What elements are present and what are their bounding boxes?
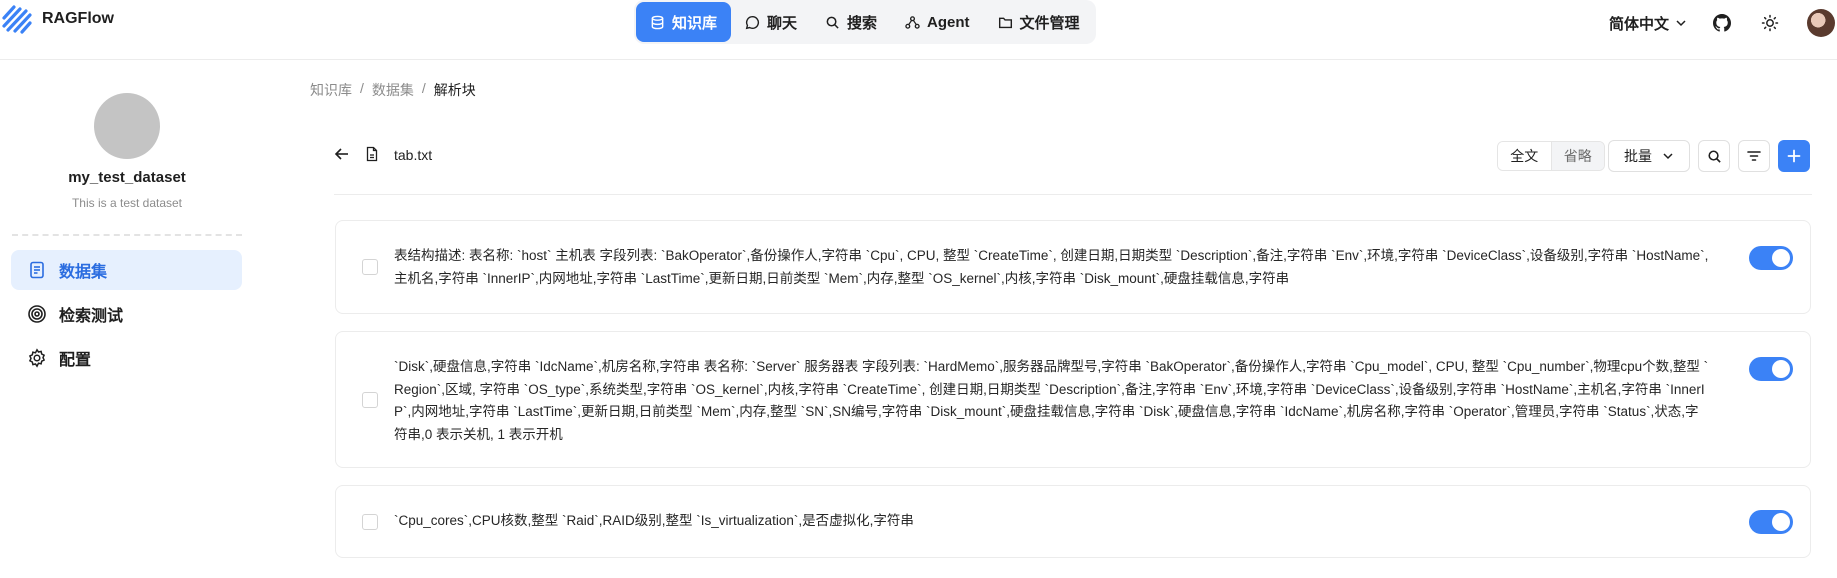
sidebar-item-label: 检索测试 xyxy=(59,308,124,325)
plus-icon xyxy=(1787,149,1801,163)
dataset-name: my_test_dataset xyxy=(68,169,186,186)
file-name: tab.txt xyxy=(394,147,433,163)
breadcrumb-knowledge-base[interactable]: 知识库 xyxy=(310,80,352,100)
search-icon xyxy=(826,16,839,29)
main-nav: 知识库 聊天 搜索 Agent 文件管理 xyxy=(634,0,1096,44)
chunk-text[interactable]: `Disk`,硬盘信息,字符串 `IdcName`,机房名称,字符串 表名称: … xyxy=(394,356,1710,446)
database-icon xyxy=(651,15,664,29)
sidebar-item-label: 配置 xyxy=(59,352,92,369)
filter-button[interactable] xyxy=(1738,140,1770,172)
nav-label: 聊天 xyxy=(767,14,798,32)
back-arrow-icon[interactable] xyxy=(334,146,350,162)
top-header: RAGFlow 知识库 聊天 搜索 Agent 文件管理 简体中文 xyxy=(0,0,1837,60)
nav-chat[interactable]: 聊天 xyxy=(731,2,811,42)
chevron-down-icon xyxy=(1676,20,1686,27)
chat-bubble-icon xyxy=(745,15,760,29)
gear-icon xyxy=(28,348,46,368)
sidebar-item-retrieval-test[interactable]: 检索测试 xyxy=(11,294,242,334)
chunk-card[interactable]: `Disk`,硬盘信息,字符串 `IdcName`,机房名称,字符串 表名称: … xyxy=(335,331,1811,468)
chunk-toolbar: tab.txt 全文 省略 批量 xyxy=(334,138,1812,178)
nav-agent[interactable]: Agent xyxy=(891,2,984,42)
search-icon xyxy=(1707,149,1721,163)
header-actions: 简体中文 xyxy=(1609,0,1837,46)
view-mode-toggle: 全文 省略 xyxy=(1497,141,1605,171)
target-icon xyxy=(28,305,46,323)
breadcrumb-dataset[interactable]: 数据集 xyxy=(372,80,414,100)
search-button[interactable] xyxy=(1698,140,1730,172)
github-icon xyxy=(1713,14,1731,32)
language-selector[interactable]: 简体中文 xyxy=(1609,13,1687,34)
view-ellipsis-option[interactable]: 省略 xyxy=(1551,142,1604,170)
user-avatar[interactable] xyxy=(1807,9,1835,37)
toolbar-divider xyxy=(334,194,1812,195)
document-icon xyxy=(30,261,44,279)
language-label: 简体中文 xyxy=(1608,15,1669,33)
nav-label: Agent xyxy=(927,13,970,31)
chunk-enable-toggle[interactable] xyxy=(1749,357,1793,381)
dataset-description: This is a test dataset xyxy=(71,196,183,210)
chunk-checkbox[interactable] xyxy=(362,514,378,530)
theme-toggle-button[interactable] xyxy=(1759,12,1781,34)
nav-file-management[interactable]: 文件管理 xyxy=(984,2,1094,42)
chunk-enable-toggle[interactable] xyxy=(1749,246,1793,270)
batch-label: 批量 xyxy=(1624,148,1652,164)
file-icon xyxy=(366,146,378,162)
sidebar-item-config[interactable]: 配置 xyxy=(11,338,242,378)
breadcrumb-current: 解析块 xyxy=(433,82,476,98)
chunk-text[interactable]: 表结构描述: 表名称: `host` 主机表 字段列表: `BakOperato… xyxy=(394,245,1710,290)
chunk-card[interactable]: `Cpu_cores`,CPU核数,整型 `Raid`,RAID级别,整型 `I… xyxy=(335,485,1811,558)
ragflow-logo-icon[interactable] xyxy=(2,4,32,34)
add-chunk-button[interactable] xyxy=(1778,140,1810,172)
nav-search[interactable]: 搜索 xyxy=(811,2,891,42)
batch-dropdown[interactable]: 批量 xyxy=(1608,140,1690,172)
nav-label: 知识库 xyxy=(672,14,718,32)
dataset-avatar xyxy=(94,93,160,159)
chunk-checkbox[interactable] xyxy=(362,259,378,275)
nav-knowledge-base[interactable]: 知识库 xyxy=(636,2,732,42)
agent-graph-icon xyxy=(905,15,920,29)
brand-name[interactable]: RAGFlow xyxy=(42,10,114,28)
github-button[interactable] xyxy=(1711,12,1733,34)
sidebar-item-label: 数据集 xyxy=(59,264,108,281)
chunk-card[interactable]: 表结构描述: 表名称: `host` 主机表 字段列表: `BakOperato… xyxy=(335,220,1811,314)
nav-label: 文件管理 xyxy=(1019,14,1080,32)
chevron-down-icon xyxy=(1663,153,1673,160)
chunk-enable-toggle[interactable] xyxy=(1749,510,1793,534)
folder-icon xyxy=(998,17,1012,28)
sidebar-divider xyxy=(12,234,242,236)
chunk-checkbox[interactable] xyxy=(362,392,378,408)
nav-label: 搜索 xyxy=(847,14,878,32)
dataset-sidebar: my_test_dataset This is a test dataset 数… xyxy=(0,61,254,578)
sidebar-item-dataset[interactable]: 数据集 xyxy=(11,250,242,290)
breadcrumb-separator: / xyxy=(421,80,426,96)
breadcrumb: 知识库 / 数据集 / 解析块 xyxy=(310,80,476,100)
chunk-text[interactable]: `Cpu_cores`,CPU核数,整型 `Raid`,RAID级别,整型 `I… xyxy=(394,510,1710,533)
breadcrumb-separator: / xyxy=(360,80,364,96)
view-full-option[interactable]: 全文 xyxy=(1498,142,1552,170)
filter-lines-icon xyxy=(1747,151,1761,161)
sun-icon xyxy=(1761,14,1779,32)
